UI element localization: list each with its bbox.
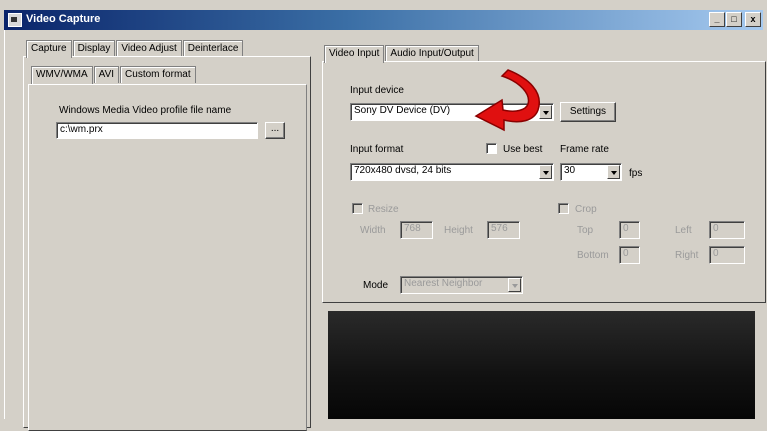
profile-file-input[interactable]: c:\wm.prx — [56, 122, 258, 139]
fps-label: fps — [629, 168, 643, 179]
chevron-down-icon[interactable] — [607, 165, 620, 179]
chevron-down-icon[interactable] — [508, 278, 521, 292]
top-label: Top — [577, 225, 594, 236]
settings-button[interactable]: Settings — [560, 102, 616, 122]
left-label: Left — [675, 225, 692, 236]
frame-rate-value: 30 — [564, 165, 576, 176]
crop-checkbox[interactable] — [558, 203, 569, 214]
left-input[interactable]: 0 — [709, 221, 745, 239]
use-best-checkbox[interactable] — [486, 143, 497, 154]
right-label: Right — [675, 250, 699, 261]
chevron-down-icon[interactable] — [539, 165, 552, 179]
height-input[interactable]: 576 — [487, 221, 520, 239]
title-bar: Video Capture _ □ x — [4, 10, 763, 30]
tab-deinterlace[interactable]: Deinterlace — [182, 40, 244, 57]
app-icon — [8, 13, 22, 27]
tab-wmv-wma[interactable]: WMV/WMA — [31, 66, 93, 84]
window-body: Capture Display Video Adjust Deinterlace… — [4, 30, 766, 431]
input-tabs: Video Input Audio Input/Output — [324, 45, 480, 63]
window-controls: _ □ x — [708, 12, 761, 27]
input-format-select[interactable]: 720x480 dvsd, 24 bits — [350, 163, 554, 181]
right-input[interactable]: 0 — [709, 246, 745, 264]
mode-value: Nearest Neighbor — [404, 278, 483, 289]
wmv-panel: Windows Media Video profile file name c:… — [28, 84, 307, 431]
profile-label: Windows Media Video profile file name — [59, 105, 232, 116]
window-title: Video Capture — [26, 13, 101, 25]
format-tabs: WMV/WMA AVI Custom format — [31, 66, 197, 84]
mode-select[interactable]: Nearest Neighbor — [400, 276, 523, 294]
crop-label: Crop — [575, 204, 597, 215]
browse-button[interactable]: ... — [265, 122, 285, 139]
maximize-button[interactable]: □ — [726, 12, 742, 27]
frame-rate-select[interactable]: 30 — [560, 163, 622, 181]
input-format-label: Input format — [350, 144, 404, 155]
use-best-label: Use best — [503, 144, 543, 155]
input-device-value: Sony DV Device (DV) — [354, 105, 451, 116]
tab-display[interactable]: Display — [72, 40, 116, 57]
video-preview — [328, 311, 755, 419]
width-input[interactable]: 768 — [400, 221, 433, 239]
bottom-label: Bottom — [577, 250, 609, 261]
top-input[interactable]: 0 — [619, 221, 640, 239]
tab-custom-format[interactable]: Custom format — [120, 66, 196, 83]
close-button[interactable]: x — [745, 12, 761, 27]
minimize-button[interactable]: _ — [709, 12, 725, 27]
width-label: Width — [360, 225, 386, 236]
bottom-input[interactable]: 0 — [619, 246, 640, 264]
main-tabs: Capture Display Video Adjust Deinterlace — [26, 40, 244, 58]
annotation-arrow-icon — [474, 69, 541, 132]
input-device-label: Input device — [350, 85, 404, 96]
tab-avi[interactable]: AVI — [93, 66, 120, 83]
capture-panel: WMV/WMA AVI Custom format Windows Media … — [23, 56, 311, 431]
frame-rate-label: Frame rate — [560, 144, 609, 155]
tab-video-input[interactable]: Video Input — [324, 45, 385, 63]
tab-capture[interactable]: Capture — [26, 40, 72, 58]
height-label: Height — [444, 225, 473, 236]
tab-video-adjust[interactable]: Video Adjust — [116, 40, 182, 57]
resize-checkbox[interactable] — [352, 203, 363, 214]
tab-audio-input-output[interactable]: Audio Input/Output — [385, 45, 479, 62]
input-format-value: 720x480 dvsd, 24 bits — [354, 165, 452, 176]
mode-label: Mode — [363, 280, 389, 291]
resize-label: Resize — [368, 204, 399, 215]
